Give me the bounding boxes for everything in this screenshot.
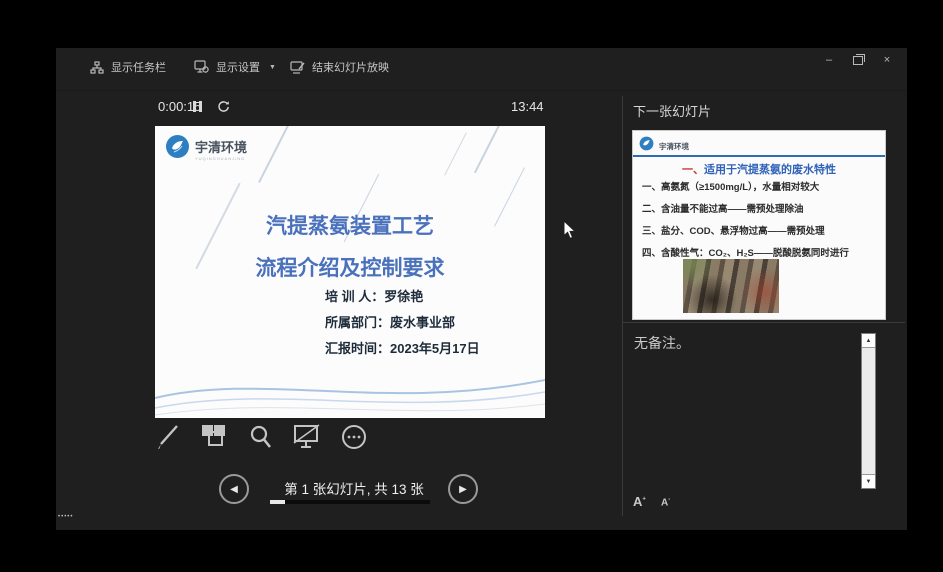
pause-icon xyxy=(193,101,196,112)
decor-line xyxy=(444,132,467,175)
slide-info-block: 培 训 人：罗徐艳 所属部门：废水事业部 汇报时间：2023年5月17日 xyxy=(325,284,480,362)
info-line-trainer: 培 训 人：罗徐艳 xyxy=(325,284,480,310)
pause-button[interactable] xyxy=(193,101,202,112)
slides-grid-icon xyxy=(200,423,228,456)
logo-icon xyxy=(639,136,654,156)
display-settings-label: 显示设置 xyxy=(216,59,260,75)
replay-icon xyxy=(217,100,230,117)
end-slideshow-button[interactable]: 结束幻灯片放映 xyxy=(290,59,389,75)
bullet-line: 二、含油量不能过高——需预处理除油 xyxy=(642,199,849,221)
scroll-down-icon[interactable]: ▼ xyxy=(862,474,875,488)
slide-title-line2: 流程介绍及控制要求 xyxy=(155,252,545,282)
slideshow-progress-bar xyxy=(270,500,430,504)
next-slide-bullets: 一、高氨氮（≥1500mg/L），水量相对较大 二、含油量不能过高——需预处理除… xyxy=(642,177,849,265)
pen-tool-button[interactable] xyxy=(152,424,182,454)
screen-background: 显示任务栏 显示设置 ▼ 结束幻灯片放映 – × xyxy=(0,0,943,572)
mouse-cursor xyxy=(563,220,577,245)
notes-text: 无备注。 xyxy=(634,333,690,353)
decor-waves xyxy=(155,358,545,418)
slide-title-line1: 汽提蒸氨装置工艺 xyxy=(155,210,545,240)
previous-slide-button[interactable]: ◀ xyxy=(219,474,249,504)
pen-icon xyxy=(153,423,181,456)
increase-font-button[interactable]: A+ xyxy=(633,494,646,509)
notes-scrollbar[interactable]: ▲ ▼ xyxy=(861,333,876,489)
header-accent-line xyxy=(633,155,885,157)
restore-button[interactable] xyxy=(850,52,866,68)
company-logo: 宇清环境 YUQINGHUANJING xyxy=(165,134,247,164)
close-button[interactable]: × xyxy=(879,52,895,68)
more-options-button[interactable] xyxy=(339,424,369,454)
window-controls: – × xyxy=(821,52,895,68)
bullet-line: 三、盐分、COD、悬浮物过高——需预处理 xyxy=(642,221,849,243)
next-slide-preview: 宇清环境 一、适用于汽提蒸氨的废水特性 一、高氨氮（≥1500mg/L），水量相… xyxy=(632,130,886,320)
logo-name: 宇清环境 xyxy=(195,137,247,156)
next-slide-button[interactable]: ▶ xyxy=(448,474,478,504)
show-taskbar-label: 显示任务栏 xyxy=(111,59,166,75)
plus-mark: + xyxy=(642,497,646,503)
logo-name: 宇清环境 xyxy=(659,141,689,152)
black-screen-button[interactable] xyxy=(292,424,322,454)
presenter-toolbar: 显示任务栏 显示设置 ▼ 结束幻灯片放映 – × xyxy=(56,48,907,91)
magnifier-icon xyxy=(247,423,275,456)
next-slide-title: 一、适用于汽提蒸氨的废水特性 xyxy=(633,161,885,177)
end-slideshow-label: 结束幻灯片放映 xyxy=(312,59,389,75)
logo-icon xyxy=(165,134,190,164)
next-slide-header: 下一张幻灯片 xyxy=(633,101,711,120)
watermark-text: ••••• xyxy=(58,514,74,520)
zoom-tool-button[interactable] xyxy=(246,424,276,454)
slide-photo xyxy=(683,259,779,313)
bullet-line: 一、高氨氮（≥1500mg/L），水量相对较大 xyxy=(642,177,849,199)
main-slide[interactable]: 宇清环境 YUQINGHUANJING 汽提蒸氨装置工艺 流程介绍及控制要求 培… xyxy=(155,126,545,418)
decor-line xyxy=(258,126,290,183)
arrow-right-icon: ▶ xyxy=(459,484,467,495)
slide-position-text: 第 1 张幻灯片, 共 13 张 xyxy=(264,478,444,498)
restart-timer-button[interactable] xyxy=(217,100,230,118)
show-taskbar-button[interactable]: 显示任务栏 xyxy=(90,59,166,75)
progress-indicator xyxy=(270,500,285,504)
all-slides-button[interactable] xyxy=(199,424,229,454)
screen-slash-icon xyxy=(292,423,322,456)
restore-icon xyxy=(853,56,863,65)
end-slideshow-icon xyxy=(290,60,305,74)
info-line-department: 所属部门：废水事业部 xyxy=(325,310,480,336)
panel-divider xyxy=(622,96,623,516)
display-settings-icon xyxy=(194,60,209,74)
taskbar-icon xyxy=(90,61,104,74)
chevron-down-icon: ▼ xyxy=(269,64,276,71)
scroll-up-icon[interactable]: ▲ xyxy=(862,334,875,348)
logo-subtext: YUQINGHUANJING xyxy=(195,156,247,161)
decor-line xyxy=(474,126,502,173)
display-settings-button[interactable]: 显示设置 ▼ xyxy=(194,59,276,75)
minimize-button[interactable]: – xyxy=(821,52,837,68)
clock: 13:44 xyxy=(511,99,544,114)
presenter-window: 显示任务栏 显示设置 ▼ 结束幻灯片放映 – × xyxy=(56,48,907,530)
minus-mark: - xyxy=(668,497,670,503)
decrease-font-button[interactable]: A- xyxy=(661,497,670,508)
ellipsis-icon xyxy=(340,423,368,456)
company-logo-small: 宇清环境 xyxy=(639,136,689,156)
notes-divider xyxy=(622,322,905,323)
arrow-left-icon: ◀ xyxy=(230,484,238,495)
